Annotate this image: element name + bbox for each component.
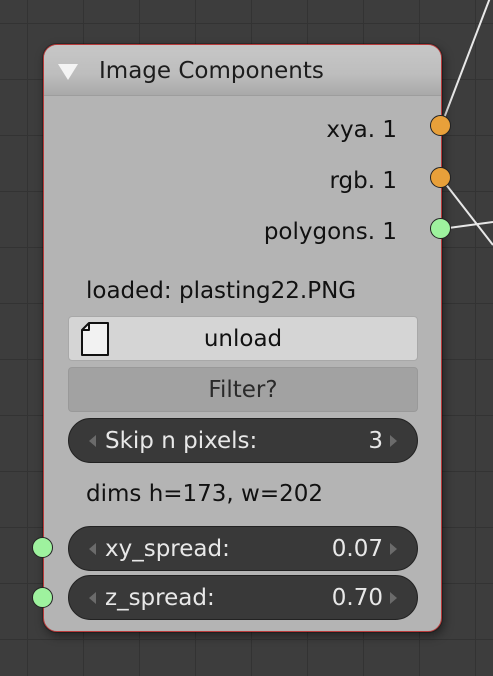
xy-spread-field[interactable]: xy_spread: 0.07 (68, 526, 418, 571)
xy-spread-value: 0.07 (331, 536, 383, 562)
output-label-rgb: rgb. 1 (329, 168, 397, 194)
xy-spread-label: xy_spread: (105, 536, 230, 562)
decrement-arrow-icon[interactable] (89, 592, 96, 604)
skip-n-pixels-field[interactable]: Skip n pixels: 3 (68, 418, 418, 463)
dims-label: dims h=173, w=202 (86, 481, 324, 507)
collapse-triangle-icon[interactable] (58, 64, 78, 80)
decrement-arrow-icon[interactable] (89, 435, 96, 447)
z-spread-label: z_spread: (105, 585, 215, 611)
filter-button[interactable]: Filter? (68, 367, 418, 412)
input-socket-z-spread[interactable] (32, 587, 53, 608)
node-header[interactable]: Image Components (44, 45, 441, 96)
output-socket-polygons[interactable] (430, 218, 451, 239)
link-xya (440, 0, 491, 127)
increment-arrow-icon[interactable] (390, 435, 397, 447)
image-components-node[interactable]: Image Components xya. 1 rgb. 1 polygons.… (43, 44, 442, 632)
unload-button[interactable]: unload (68, 316, 418, 361)
filter-button-label: Filter? (208, 377, 278, 403)
skip-n-pixels-value: 3 (368, 428, 383, 454)
decrement-arrow-icon[interactable] (89, 543, 96, 555)
input-socket-xy-spread[interactable] (32, 537, 53, 558)
loaded-file-label: loaded: plasting22.PNG (86, 278, 357, 304)
output-label-xya: xya. 1 (326, 117, 397, 143)
increment-arrow-icon[interactable] (390, 543, 397, 555)
unload-button-label: unload (203, 326, 283, 352)
node-title: Image Components (99, 58, 324, 84)
output-label-polygons: polygons. 1 (263, 219, 397, 245)
output-socket-xya[interactable] (430, 115, 451, 136)
skip-n-pixels-label: Skip n pixels: (105, 428, 258, 454)
z-spread-field[interactable]: z_spread: 0.70 (68, 575, 418, 620)
z-spread-value: 0.70 (331, 585, 383, 611)
increment-arrow-icon[interactable] (390, 592, 397, 604)
output-socket-rgb[interactable] (430, 167, 451, 188)
link-rgb (440, 177, 493, 246)
